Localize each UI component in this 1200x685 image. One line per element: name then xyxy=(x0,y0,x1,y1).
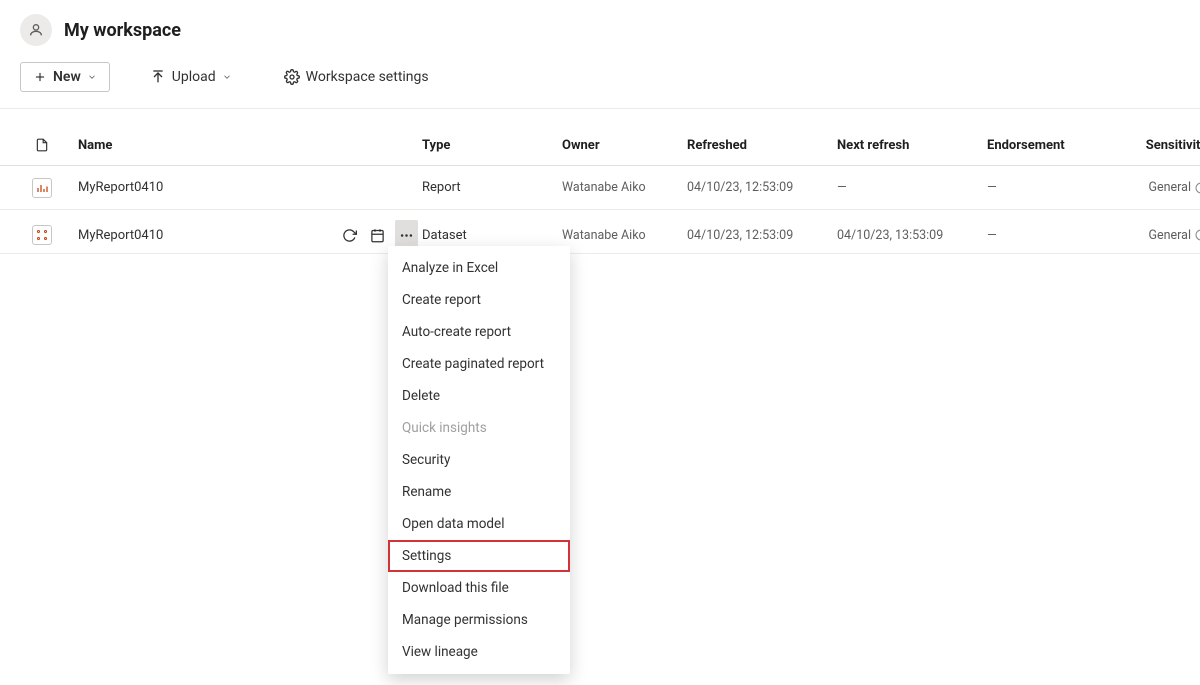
workspace-settings-button[interactable]: Workspace settings xyxy=(272,63,441,91)
row-type-icon-cell xyxy=(12,178,78,198)
upload-icon xyxy=(150,69,166,85)
row-refreshed: 04/10/23, 12:53:09 xyxy=(687,228,837,243)
page-header: My workspace xyxy=(0,0,1200,54)
file-icon xyxy=(35,137,49,153)
table-row[interactable]: MyReport0410 ReportWatanabe Aiko04/10/23,… xyxy=(0,166,1200,210)
new-button[interactable]: New xyxy=(20,62,110,92)
info-icon[interactable] xyxy=(1195,229,1200,241)
menu-item-download-this-file[interactable]: Download this file xyxy=(388,572,570,604)
refresh-now-button[interactable] xyxy=(338,220,361,250)
menu-item-security[interactable]: Security xyxy=(388,444,570,476)
toolbar: New Upload Workspace settings xyxy=(0,54,1200,109)
row-endorsement: — xyxy=(987,228,1127,243)
chevron-down-icon xyxy=(87,72,97,82)
chevron-down-icon xyxy=(222,72,232,82)
workspace-avatar xyxy=(20,14,52,46)
row-name[interactable]: MyReport0410 xyxy=(78,228,338,243)
workspace-title: My workspace xyxy=(64,20,181,41)
row-sensitivity: General xyxy=(1127,180,1200,195)
row-next-refresh: — xyxy=(837,180,987,195)
column-owner[interactable]: Owner xyxy=(562,138,687,153)
menu-item-delete[interactable]: Delete xyxy=(388,380,570,412)
row-refreshed: 04/10/23, 12:53:09 xyxy=(687,180,837,195)
schedule-icon xyxy=(370,228,385,243)
gear-icon xyxy=(284,69,300,85)
workspace-settings-label: Workspace settings xyxy=(306,69,429,85)
menu-item-quick-insights: Quick insights xyxy=(388,412,570,444)
row-next-refresh: 04/10/23, 13:53:09 xyxy=(837,228,987,243)
menu-item-create-paginated-report[interactable]: Create paginated report xyxy=(388,348,570,380)
column-refreshed[interactable]: Refreshed xyxy=(687,138,837,153)
menu-item-rename[interactable]: Rename xyxy=(388,476,570,508)
row-name[interactable]: MyReport0410 xyxy=(78,180,338,195)
plus-icon xyxy=(33,70,47,84)
row-owner: Watanabe Aiko xyxy=(562,228,687,243)
dataset-icon xyxy=(32,225,52,245)
menu-item-create-report[interactable]: Create report xyxy=(388,284,570,316)
column-endorsement[interactable]: Endorsement xyxy=(987,138,1127,153)
menu-item-auto-create-report[interactable]: Auto-create report xyxy=(388,316,570,348)
column-icon-header xyxy=(12,137,78,153)
context-menu: Analyze in ExcelCreate reportAuto-create… xyxy=(388,246,570,674)
row-owner: Watanabe Aiko xyxy=(562,180,687,195)
column-name[interactable]: Name xyxy=(78,138,338,153)
column-next-refresh[interactable]: Next refresh xyxy=(837,138,987,153)
person-icon xyxy=(28,22,44,38)
column-type[interactable]: Type xyxy=(422,138,562,153)
menu-item-analyze-in-excel[interactable]: Analyze in Excel xyxy=(388,252,570,284)
content-table: Name Type Owner Refreshed Next refresh E… xyxy=(0,109,1200,254)
schedule-refresh-button[interactable] xyxy=(367,220,390,250)
report-icon xyxy=(32,178,52,198)
row-endorsement: — xyxy=(987,180,1127,195)
row-sensitivity: General xyxy=(1127,228,1200,243)
column-sensitivity[interactable]: Sensitivity xyxy=(1127,138,1200,153)
table-row[interactable]: MyReport0410DatasetWatanabe Aiko04/10/23… xyxy=(0,210,1200,254)
more-horizontal-icon xyxy=(399,228,414,243)
upload-button-label: Upload xyxy=(172,69,216,85)
info-icon[interactable] xyxy=(1195,182,1200,194)
row-type-icon-cell xyxy=(12,225,78,245)
row-sensitivity-label: General xyxy=(1148,180,1191,195)
menu-item-view-lineage[interactable]: View lineage xyxy=(388,636,570,668)
table-header: Name Type Owner Refreshed Next refresh E… xyxy=(0,109,1200,166)
upload-button[interactable]: Upload xyxy=(138,63,244,91)
refresh-icon xyxy=(342,228,357,243)
menu-item-manage-permissions[interactable]: Manage permissions xyxy=(388,604,570,636)
row-type: Report xyxy=(422,180,562,195)
menu-item-open-data-model[interactable]: Open data model xyxy=(388,508,570,540)
row-type: Dataset xyxy=(422,228,562,243)
row-sensitivity-label: General xyxy=(1148,228,1191,243)
menu-item-settings[interactable]: Settings xyxy=(388,540,570,572)
new-button-label: New xyxy=(53,69,81,85)
